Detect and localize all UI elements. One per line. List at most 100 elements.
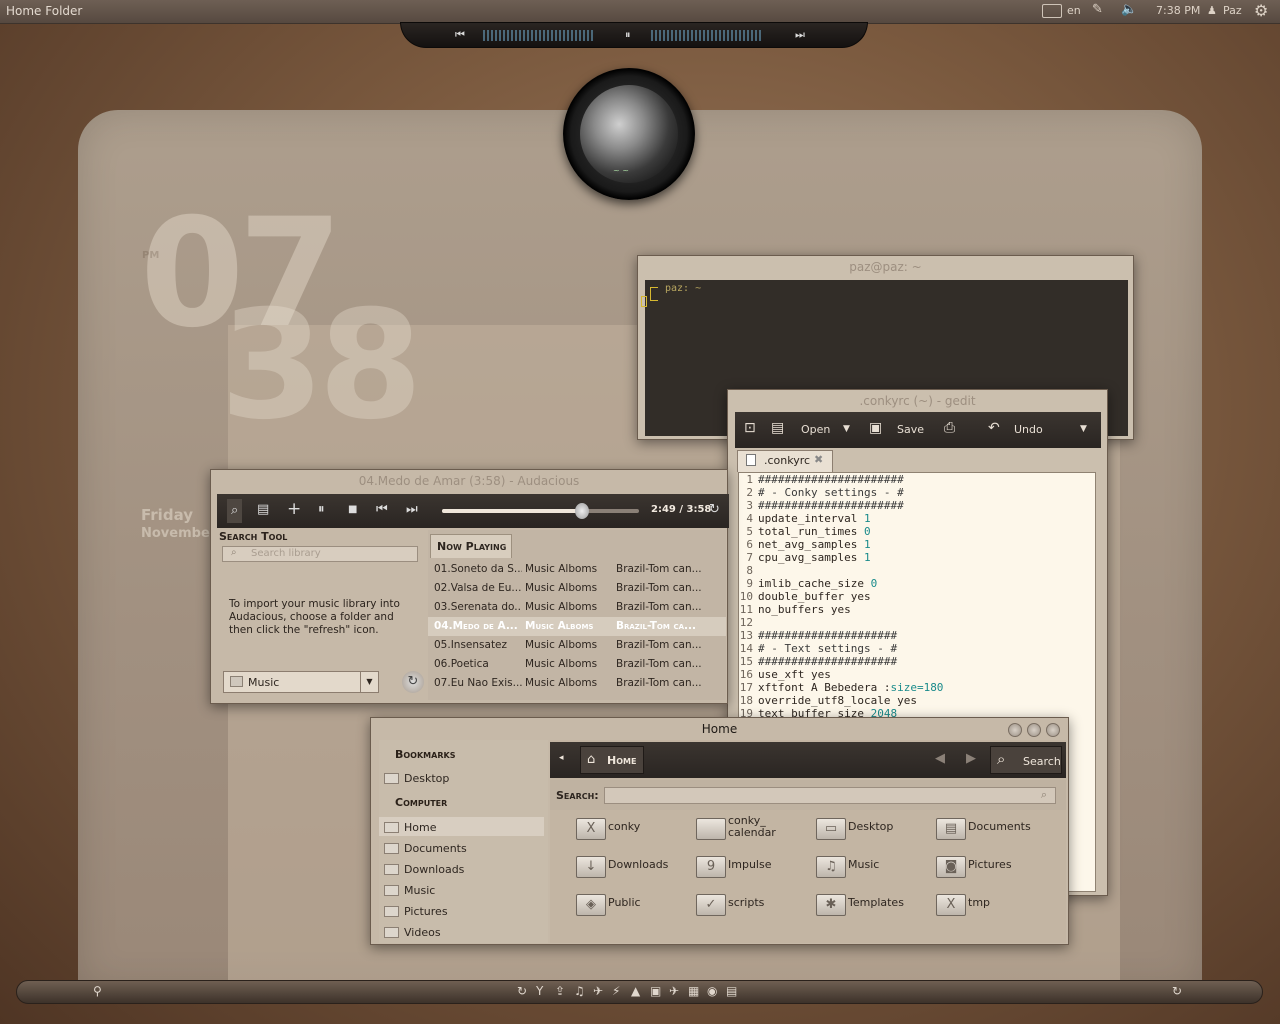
dock-launcher-icon[interactable]: ✈ bbox=[669, 984, 679, 998]
toolbar-overflow-icon[interactable]: ▼ bbox=[1080, 424, 1087, 434]
keyboard-layout[interactable]: en bbox=[1067, 4, 1081, 17]
tab-now-playing[interactable]: Now Playing bbox=[430, 534, 512, 558]
pen-icon[interactable]: ✎ bbox=[1092, 2, 1103, 17]
file-item[interactable]: Xconky bbox=[576, 814, 694, 848]
dock-launcher-icon[interactable]: ⚡ bbox=[612, 984, 620, 998]
network-icon[interactable]: ⚲ bbox=[93, 984, 102, 998]
seek-bar[interactable] bbox=[442, 503, 639, 519]
dock-launcher-icon[interactable]: ⇪ bbox=[555, 984, 565, 998]
search-button[interactable]: ⌕ Search bbox=[990, 746, 1062, 774]
file-item[interactable]: ▭ Desktop bbox=[816, 814, 934, 848]
stop-icon[interactable]: ■ bbox=[348, 504, 357, 515]
search-placeholder: Search library bbox=[251, 548, 321, 559]
sidebar-item-pictures[interactable]: Pictures bbox=[384, 905, 448, 918]
gear-icon[interactable]: ⚙ bbox=[1254, 1, 1268, 20]
close-button[interactable] bbox=[1046, 723, 1060, 737]
refresh-icon[interactable]: ↻ bbox=[402, 671, 424, 693]
file-item[interactable]: ♫ Music bbox=[816, 852, 934, 886]
clock-time[interactable]: 7:38 PM bbox=[1156, 4, 1200, 17]
user-name[interactable]: Paz bbox=[1223, 4, 1242, 17]
next-track-icon[interactable]: ⏭ bbox=[795, 28, 805, 42]
sidebar-item-downloads[interactable]: Downloads bbox=[384, 863, 464, 876]
library-folder-select[interactable]: Music ▼ bbox=[223, 671, 379, 693]
search-icon: ⌕ bbox=[1040, 788, 1047, 801]
gedit-toolbar: ⊡ ▤ Open ▼ ▣ Save ⎙ ↶ Undo ▼ bbox=[735, 412, 1101, 448]
file-item[interactable]: ↓ Downloads bbox=[576, 852, 694, 886]
search-icon[interactable]: ⌕ bbox=[227, 499, 243, 523]
track-album: Music Alboms bbox=[525, 563, 598, 575]
playlist-row[interactable]: 06.Poetica Music Alboms Brazil-Tom can... bbox=[428, 655, 726, 674]
dock-launcher-icon[interactable]: ▤ bbox=[726, 984, 737, 998]
minimize-button[interactable] bbox=[1008, 723, 1022, 737]
keyboard-icon[interactable] bbox=[1042, 4, 1062, 18]
user-icon: ♟ bbox=[1207, 4, 1217, 17]
chevron-down-icon[interactable]: ▼ bbox=[360, 672, 378, 692]
back-icon[interactable]: ◀ bbox=[935, 751, 945, 766]
sidebar-item-desktop[interactable]: Desktop bbox=[384, 772, 449, 785]
playlist-row[interactable]: 03.Serenata do... Music Alboms Brazil-Tom … bbox=[428, 598, 726, 617]
maximize-button[interactable] bbox=[1027, 723, 1041, 737]
playlist-row[interactable]: 05.Insensatez Music Alboms Brazil-Tom can.… bbox=[428, 636, 726, 655]
sidebar-item-home[interactable]: Home bbox=[384, 821, 436, 834]
new-document-icon[interactable]: ⊡ bbox=[744, 420, 756, 436]
dock-launcher-icon[interactable]: ▦ bbox=[688, 984, 699, 998]
next-icon[interactable]: ⏭ bbox=[406, 502, 418, 517]
save-button[interactable]: Save bbox=[897, 423, 924, 436]
forward-icon[interactable]: ▶ bbox=[966, 751, 976, 766]
playlist-row[interactable]: 01.Soneto da S... Music Alboms Brazil-Tom … bbox=[428, 560, 726, 579]
import-help-text: To import your music library into Audaci… bbox=[229, 598, 400, 636]
location-home-button[interactable]: ⌂ Home bbox=[580, 746, 644, 774]
playlist-row[interactable]: 04.Medo de A... Music Alboms Brazil-Tom ca… bbox=[428, 617, 726, 636]
open-dropdown-icon[interactable]: ▼ bbox=[843, 424, 850, 434]
dock-launcher-icon[interactable]: ♫ bbox=[574, 984, 585, 998]
undo-button[interactable]: Undo bbox=[1014, 423, 1043, 436]
playlist-row[interactable]: 07.Eu Nao Exis... Music Alboms Brazil-Tom … bbox=[428, 674, 726, 693]
previous-track-icon[interactable]: ⏮ bbox=[455, 28, 465, 42]
print-icon[interactable]: ⎙ bbox=[944, 420, 955, 436]
close-tab-icon[interactable]: ✖ bbox=[814, 453, 823, 466]
sidebar-item-music[interactable]: Music bbox=[384, 884, 435, 897]
previous-icon[interactable]: ⏮ bbox=[376, 502, 388, 517]
line-value: 1 bbox=[863, 551, 871, 564]
add-icon[interactable]: + bbox=[287, 499, 301, 519]
file-item[interactable]: 9 Impulse bbox=[696, 852, 814, 886]
refresh-icon[interactable]: ↻ bbox=[1172, 984, 1182, 998]
file-manager-window[interactable]: Home Bookmarks Desktop Computer Home Doc… bbox=[370, 717, 1069, 945]
file-item[interactable]: ▤ Documents bbox=[936, 814, 1054, 848]
open-icon[interactable]: ▤ bbox=[771, 420, 784, 436]
repeat-icon[interactable]: ↻ bbox=[709, 502, 720, 517]
file-item[interactable]: ✱ Templates bbox=[816, 890, 934, 924]
dock-launcher-icon[interactable]: Y bbox=[536, 984, 543, 998]
dock-launcher-icon[interactable]: ▲ bbox=[631, 984, 640, 998]
file-item[interactable]: ✓ scripts bbox=[696, 890, 814, 924]
sidebar-item-documents[interactable]: Documents bbox=[384, 842, 467, 855]
search-input[interactable]: ⌕ bbox=[604, 787, 1056, 804]
dock-launcher-icon[interactable]: ↻ bbox=[517, 984, 527, 998]
audacious-window[interactable]: 04.Medo de Amar (3:58) - Audacious ⌕ ▤ +… bbox=[210, 469, 729, 704]
open-files-icon[interactable]: ▤ bbox=[257, 502, 269, 517]
dock-launcher-icon[interactable]: ▣ bbox=[650, 984, 661, 998]
dock-launcher-icon[interactable]: ✈ bbox=[593, 984, 603, 998]
track-title: 04.Medo de A... bbox=[434, 620, 518, 632]
desktop-clock: PM 07 38 bbox=[140, 196, 423, 441]
search-library-input[interactable]: ⌕ Search library bbox=[222, 546, 418, 562]
bookmarks-heading: Bookmarks bbox=[395, 748, 456, 761]
pause-icon[interactable]: ⏸ bbox=[625, 28, 631, 42]
file-item[interactable]: ◈ Public bbox=[576, 890, 694, 924]
tab-conkyrc[interactable]: .conkyrc ✖ bbox=[737, 450, 833, 472]
dock-launcher-icon[interactable]: ◉ bbox=[707, 984, 717, 998]
seek-handle[interactable] bbox=[574, 503, 589, 519]
file-item[interactable]: Xtmp bbox=[936, 890, 1054, 924]
volume-icon[interactable]: 🔈 bbox=[1121, 2, 1137, 17]
file-item[interactable]: conky_ calendar bbox=[696, 814, 814, 848]
file-item[interactable]: ◙ Pictures bbox=[936, 852, 1054, 886]
save-icon[interactable]: ▣ bbox=[869, 420, 882, 436]
chevron-left-icon[interactable]: ◂ bbox=[559, 753, 564, 763]
pause-icon[interactable]: ⏸ bbox=[318, 502, 325, 517]
undo-icon[interactable]: ↶ bbox=[988, 420, 1000, 436]
avatar[interactable]: ~ ~ bbox=[563, 68, 695, 200]
open-button[interactable]: Open bbox=[801, 423, 830, 436]
sidebar-item-videos[interactable]: Videos bbox=[384, 926, 441, 939]
playlist-row[interactable]: 02.Valsa de Eu... Music Alboms Brazil-Tom … bbox=[428, 579, 726, 598]
home-icon: ⌂ bbox=[587, 752, 596, 767]
